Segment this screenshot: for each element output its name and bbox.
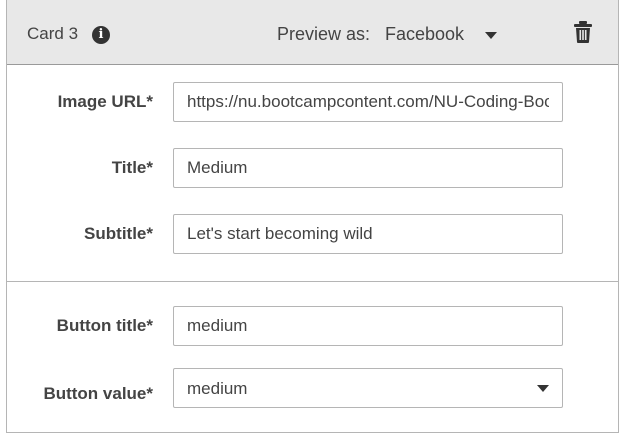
title-input[interactable] — [173, 148, 563, 188]
card-header: Card 3 i Preview as: Facebook — [7, 0, 618, 65]
delete-card-button[interactable] — [572, 20, 594, 44]
card-3-panel: Card 3 i Preview as: Facebook Image URL*… — [6, 0, 619, 433]
resize-handle-icon[interactable]: ⋮ — [631, 215, 638, 235]
trash-icon — [574, 21, 592, 43]
preview-platform-select[interactable]: Facebook — [379, 16, 509, 52]
chevron-down-icon — [537, 385, 549, 392]
button-title-label: Button title* — [56, 316, 153, 335]
title-label: Title* — [111, 158, 153, 177]
button-value-select[interactable]: medium — [173, 368, 563, 408]
subtitle-input[interactable] — [173, 214, 563, 254]
preview-as-label: Preview as: — [277, 24, 371, 44]
preview-platform-value: Facebook — [385, 24, 465, 44]
image-url-label: Image URL* — [57, 92, 153, 111]
button-value-label: Button value* — [43, 384, 153, 403]
button-value-selected: medium — [187, 379, 248, 398]
subtitle-label: Subtitle* — [84, 224, 153, 243]
button-title-input[interactable] — [173, 306, 563, 346]
info-icon[interactable]: i — [92, 26, 110, 44]
chevron-down-icon — [485, 32, 497, 39]
image-url-input[interactable] — [173, 82, 563, 122]
card-title: Card 3 — [27, 24, 79, 43]
section-divider — [7, 281, 618, 282]
